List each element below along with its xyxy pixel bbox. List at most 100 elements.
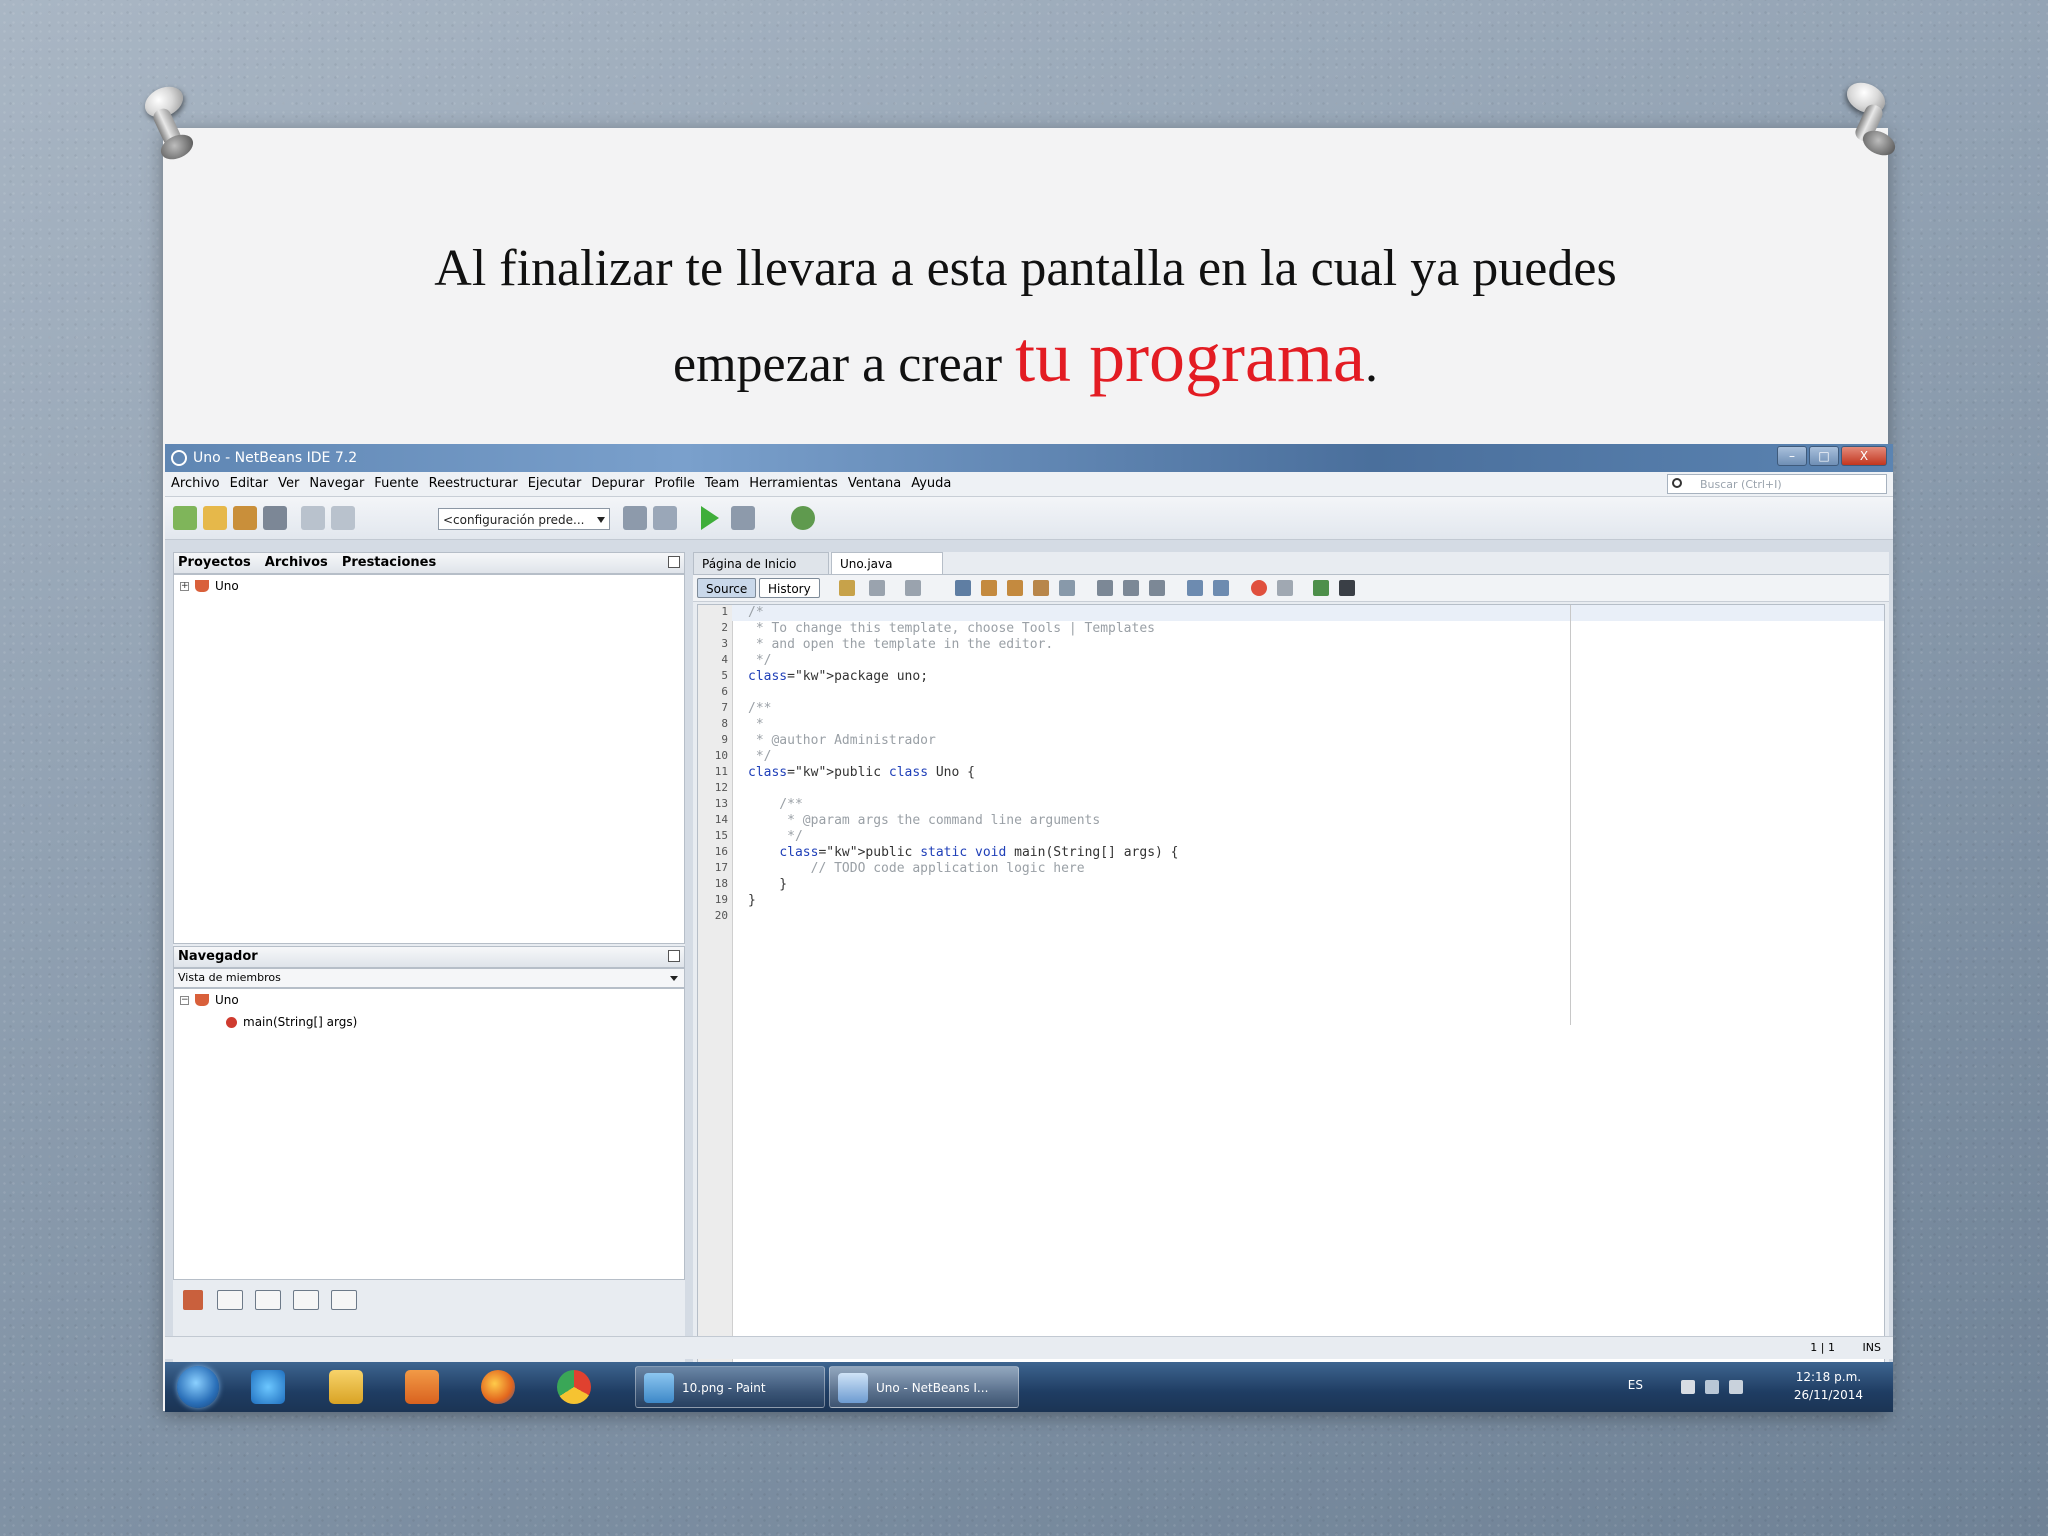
configuration-value: <configuración prede... [443, 513, 585, 527]
menu-ventana[interactable]: Ventana [848, 472, 901, 496]
media-player-icon[interactable] [405, 1370, 439, 1404]
show-inner-classes-icon[interactable] [331, 1290, 357, 1310]
find-next-icon[interactable] [1007, 580, 1023, 596]
menu-fuente[interactable]: Fuente [374, 472, 418, 496]
clean-build-icon[interactable] [653, 506, 677, 530]
configuration-select[interactable]: <configuración prede... [438, 508, 610, 530]
code-line: * and open the template in the editor. [748, 637, 1054, 652]
menu-editar[interactable]: Editar [230, 472, 269, 496]
new-file-icon[interactable] [173, 506, 197, 530]
window-controls: – □ X [1777, 446, 1887, 468]
run-icon[interactable] [701, 506, 719, 530]
minimize-navigator-icon[interactable] [668, 950, 680, 962]
tab-navegador[interactable]: Navegador [178, 947, 258, 967]
last-edit-icon[interactable] [839, 580, 855, 596]
line-number: 2 [721, 621, 728, 634]
netbeans-window: Uno - NetBeans IDE 7.2 – □ X Archivo Edi… [165, 444, 1893, 1412]
find-icon[interactable] [955, 580, 971, 596]
back-icon[interactable] [869, 580, 885, 596]
menu-profile[interactable]: Profile [654, 472, 694, 496]
code-line: * @param args the command line arguments [748, 813, 1101, 828]
source-button[interactable]: Source [697, 578, 757, 598]
line-number-gutter: 1 2 3 4 5 6 7 8 9 10 11 12 13 14 15 16 1… [698, 605, 733, 1389]
stop-macro-icon[interactable] [1277, 580, 1293, 596]
toggle-selection-icon[interactable] [1059, 580, 1075, 596]
expand-icon[interactable]: + [180, 581, 189, 591]
navigator-view-select[interactable]: Vista de miembros [173, 968, 685, 988]
network-icon[interactable] [1705, 1380, 1719, 1394]
main-toolbar: <configuración prede... [165, 497, 1893, 540]
save-all-icon[interactable] [263, 506, 287, 530]
next-bookmark-icon[interactable] [1123, 580, 1139, 596]
start-macro-icon[interactable] [1251, 580, 1267, 596]
toggle-bookmark-icon[interactable] [1149, 580, 1165, 596]
tree-node-label: Uno [215, 579, 239, 593]
navigator-class-node[interactable]: − Uno [180, 991, 239, 1009]
maximize-button[interactable]: □ [1809, 446, 1839, 466]
undo-icon[interactable] [301, 506, 325, 530]
internet-explorer-icon[interactable] [251, 1370, 285, 1404]
comment-icon[interactable] [1313, 580, 1329, 596]
minimize-pane-icon[interactable] [668, 556, 680, 568]
menu-team[interactable]: Team [705, 472, 739, 496]
open-project-icon[interactable] [233, 506, 257, 530]
menu-ejecutar[interactable]: Ejecutar [528, 472, 582, 496]
chrome-icon[interactable] [557, 1370, 591, 1404]
menu-navegar[interactable]: Navegar [309, 472, 364, 496]
netbeans-taskbar-icon [838, 1373, 868, 1403]
language-indicator[interactable]: ES [1628, 1378, 1643, 1392]
menu-archivo[interactable]: Archivo [171, 472, 220, 496]
search-input[interactable]: Buscar (Ctrl+I) [1667, 474, 1887, 494]
start-button[interactable] [177, 1366, 219, 1408]
code-line-package: class="kw">package uno; [748, 669, 929, 684]
action-center-flag-icon[interactable] [1681, 1380, 1695, 1394]
tab-uno-java[interactable]: Uno.java [831, 552, 943, 574]
uncomment-icon[interactable] [1339, 580, 1355, 596]
taskbar-paint[interactable]: 10.png - Paint [635, 1366, 825, 1408]
redo-icon[interactable] [331, 506, 355, 530]
tab-prestaciones[interactable]: Prestaciones [342, 553, 436, 573]
show-non-public-icon[interactable] [293, 1290, 319, 1310]
system-clock[interactable]: 12:18 p.m. 26/11/2014 [1794, 1368, 1863, 1404]
code-editor[interactable]: 1 2 3 4 5 6 7 8 9 10 11 12 13 14 15 16 1… [697, 604, 1885, 1390]
sort-icon[interactable] [371, 1290, 397, 1310]
previous-bookmark-icon[interactable] [1097, 580, 1113, 596]
minimize-button[interactable]: – [1777, 446, 1807, 466]
forward-icon[interactable] [905, 580, 921, 596]
firefox-icon[interactable] [481, 1370, 515, 1404]
new-project-icon[interactable] [203, 506, 227, 530]
navigator-method-node[interactable]: main(String[] args) [226, 1013, 357, 1031]
navigator-tree: − Uno main(String[] args) [173, 988, 685, 1280]
volume-icon[interactable] [1729, 1380, 1743, 1394]
netbeans-logo-icon [171, 450, 187, 466]
tab-pagina-inicio[interactable]: Página de Inicio [693, 552, 829, 574]
show-static-icon[interactable] [255, 1290, 281, 1310]
tab-proyectos[interactable]: Proyectos [178, 553, 251, 573]
code-line: * To change this template, choose Tools … [748, 621, 1155, 636]
close-button[interactable]: X [1841, 446, 1887, 466]
find-previous-icon[interactable] [981, 580, 997, 596]
filter-icon[interactable] [183, 1290, 203, 1310]
toggle-highlight-icon[interactable] [1033, 580, 1049, 596]
tab-archivos[interactable]: Archivos [265, 553, 328, 573]
taskbar-netbeans[interactable]: Uno - NetBeans I... [829, 1366, 1019, 1408]
shift-left-icon[interactable] [1187, 580, 1203, 596]
left-pane: Proyectos Archivos Prestaciones + Uno Na… [173, 552, 685, 1392]
show-fields-icon[interactable] [217, 1290, 243, 1310]
shift-right-icon[interactable] [1213, 580, 1229, 596]
build-hammer-icon[interactable] [623, 506, 647, 530]
clock-time: 12:18 p.m. [1795, 1370, 1862, 1384]
history-button[interactable]: History [759, 578, 820, 598]
menu-reestructurar[interactable]: Reestructurar [429, 472, 518, 496]
tree-node-uno[interactable]: + Uno [180, 577, 239, 595]
debug-icon[interactable] [731, 506, 755, 530]
line-number: 10 [714, 749, 728, 762]
profile-icon[interactable] [791, 506, 815, 530]
menu-depurar[interactable]: Depurar [591, 472, 644, 496]
navigator-tabs: Navegador [178, 947, 258, 967]
menu-ayuda[interactable]: Ayuda [911, 472, 951, 496]
menu-ver[interactable]: Ver [278, 472, 299, 496]
collapse-icon[interactable]: − [180, 995, 189, 1005]
menu-herramientas[interactable]: Herramientas [749, 472, 838, 496]
file-explorer-icon[interactable] [329, 1370, 363, 1404]
